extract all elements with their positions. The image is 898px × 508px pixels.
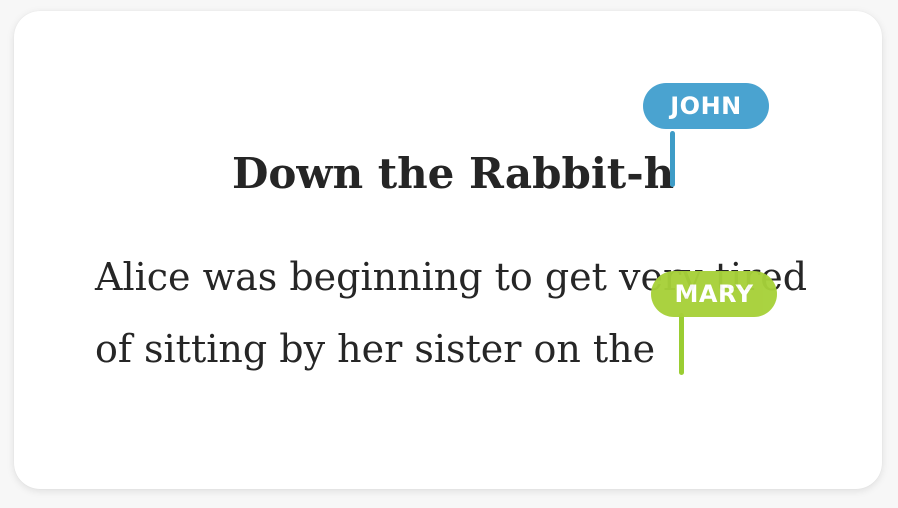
body-line-2[interactable]: of sitting by her sister on the xyxy=(95,313,855,385)
mary-cursor-caret xyxy=(679,313,684,375)
mary-cursor-label: MARY xyxy=(651,271,777,317)
john-cursor-caret xyxy=(670,131,675,187)
john-cursor-label: JOHN xyxy=(643,83,769,129)
editor-card: Down the Rabbit-h Alice was beginning to… xyxy=(14,11,882,489)
document-title[interactable]: Down the Rabbit-h xyxy=(232,129,674,219)
